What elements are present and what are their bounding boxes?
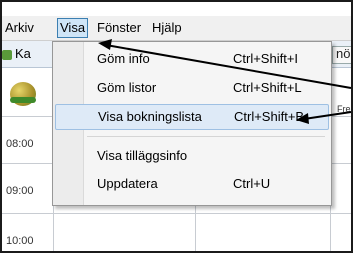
- window-frame: [0, 0, 353, 253]
- app-window: Arkiv Visa Fönster Hjälp Ka nö Fre 08:00…: [0, 0, 353, 253]
